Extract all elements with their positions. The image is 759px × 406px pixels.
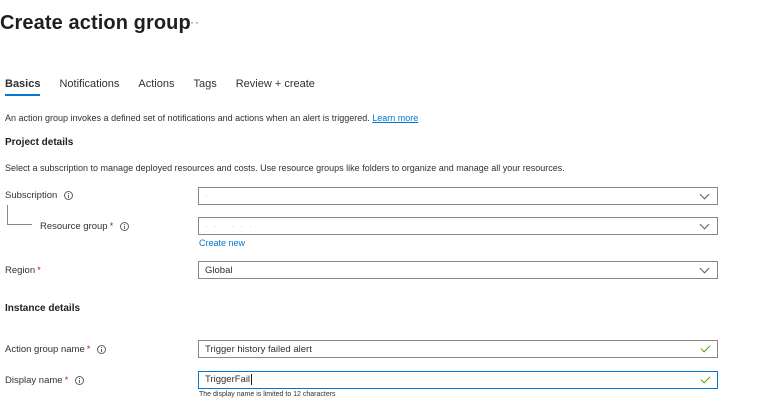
intro-description: An action group invokes a defined set of… bbox=[5, 113, 370, 123]
subscription-dropdown[interactable]: · bbox=[198, 187, 718, 205]
display-name-label-text: Display name bbox=[5, 375, 63, 386]
instance-details-heading: Instance details bbox=[5, 303, 81, 314]
checkmark-icon bbox=[700, 342, 711, 353]
action-group-name-label-text: Action group name bbox=[5, 344, 85, 355]
display-name-label: Display name * bbox=[5, 375, 85, 386]
intro-text: An action group invokes a defined set of… bbox=[5, 113, 418, 123]
region-label: Region * bbox=[5, 265, 41, 276]
text-caret bbox=[251, 374, 253, 386]
more-icon[interactable]: ··· bbox=[185, 15, 200, 29]
action-group-name-input[interactable]: Trigger history failed alert bbox=[198, 340, 718, 358]
create-new-link[interactable]: Create new bbox=[199, 238, 245, 248]
required-marker: * bbox=[86, 344, 91, 355]
required-marker: * bbox=[37, 265, 41, 276]
resource-group-dropdown[interactable]: · · · · · · bbox=[198, 217, 718, 235]
subscription-label: Subscription bbox=[5, 190, 74, 201]
resource-group-label: Resource group * bbox=[40, 221, 130, 232]
action-group-name-label: Action group name * bbox=[5, 344, 107, 355]
project-details-description: Select a subscription to manage deployed… bbox=[5, 163, 565, 173]
info-icon[interactable] bbox=[97, 345, 107, 354]
info-icon[interactable] bbox=[64, 191, 74, 200]
learn-more-link[interactable]: Learn more bbox=[372, 113, 418, 123]
action-group-name-value: Trigger history failed alert bbox=[205, 343, 312, 355]
checkmark-icon bbox=[700, 373, 711, 384]
tab-tags[interactable]: Tags bbox=[193, 78, 216, 96]
chevron-down-icon bbox=[699, 219, 710, 229]
page-title: Create action group bbox=[0, 12, 191, 34]
region-label-text: Region bbox=[5, 265, 36, 276]
display-name-hint: The display name is limited to 12 charac… bbox=[199, 391, 336, 398]
project-details-heading: Project details bbox=[5, 137, 74, 148]
required-marker: * bbox=[64, 375, 69, 386]
required-marker: * bbox=[109, 221, 114, 232]
tree-connector bbox=[7, 205, 32, 225]
info-icon[interactable] bbox=[120, 222, 130, 231]
tab-review-create[interactable]: Review + create bbox=[236, 78, 315, 96]
chevron-down-icon bbox=[699, 189, 710, 199]
display-name-value: TriggerFail bbox=[205, 374, 251, 386]
region-value: Global bbox=[205, 264, 233, 276]
tab-actions[interactable]: Actions bbox=[138, 78, 174, 96]
tab-bar: Basics Notifications Actions Tags Review… bbox=[5, 78, 334, 96]
resource-group-value: · · · · · · bbox=[205, 221, 255, 231]
subscription-label-text: Subscription bbox=[5, 190, 58, 201]
subscription-value: · bbox=[205, 191, 210, 201]
display-name-input[interactable]: TriggerFail bbox=[198, 371, 718, 389]
info-icon[interactable] bbox=[75, 376, 85, 385]
resource-group-label-text: Resource group bbox=[40, 221, 108, 232]
tab-basics[interactable]: Basics bbox=[5, 78, 41, 96]
display-name-text: TriggerFail bbox=[205, 374, 253, 386]
tab-notifications[interactable]: Notifications bbox=[59, 78, 119, 96]
region-dropdown[interactable]: Global bbox=[198, 261, 718, 279]
chevron-down-icon bbox=[699, 263, 710, 273]
